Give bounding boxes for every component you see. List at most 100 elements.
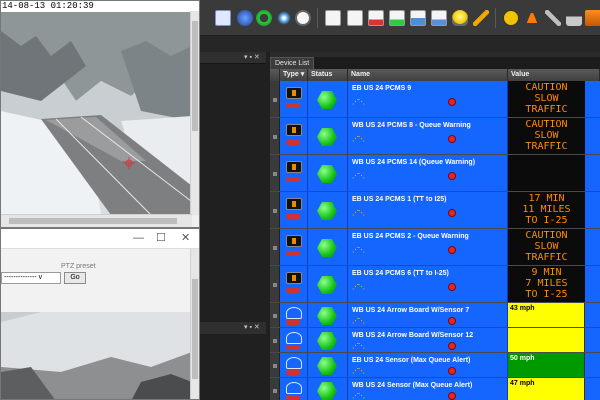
tab-device-list[interactable]: Device List: [270, 57, 315, 69]
device-row[interactable]: WB US 24 Arrow Board W/Sensor 12 ⋰⋱: [270, 328, 600, 353]
value-cell: [508, 328, 585, 352]
device-row[interactable]: WB US 24 Sensor (Max Queue Alert) ⋰⋱ 47 mp…: [270, 378, 600, 400]
wrench-icon[interactable]: [545, 10, 561, 26]
maximize-icon[interactable]: ☐: [156, 232, 166, 244]
alert-icon[interactable]: [448, 317, 456, 325]
device-name: WB US 24 PCMS 8 - Queue Warning: [352, 122, 471, 129]
row-tail: [585, 229, 600, 265]
star-icon[interactable]: [276, 10, 292, 26]
ptz-preset-select[interactable]: -------------- v: [1, 272, 61, 284]
alert-icon[interactable]: [448, 98, 456, 106]
globe-icon[interactable]: [237, 10, 253, 26]
close-icon[interactable]: ✕: [181, 232, 190, 244]
device-name: EB US 24 PCMS 1 (TT to I25): [352, 196, 447, 203]
column-header-name[interactable]: Name: [348, 69, 508, 81]
ptz-preset-label: PTZ preset: [61, 263, 96, 270]
alert-icon[interactable]: [448, 283, 456, 291]
status-cell: [308, 353, 348, 377]
status-online-icon: [317, 382, 337, 400]
row-gutter: [270, 192, 280, 228]
device-row[interactable]: WB US 24 PCMS 14 (Queue Warning) ⋰⋱: [270, 155, 600, 192]
minimize-icon[interactable]: —: [133, 232, 144, 244]
device-name: WB US 24 Arrow Board W/Sensor 12: [352, 332, 474, 339]
panel-pin-icon-2[interactable]: ▾ ▪ ✕: [244, 323, 260, 331]
refresh-icon[interactable]: [256, 10, 272, 26]
name-cell[interactable]: EB US 24 PCMS 6 (TT to I-25) ⋰⋱: [348, 266, 508, 302]
lock-icon[interactable]: [566, 10, 582, 26]
name-cell[interactable]: EB US 24 PCMS 1 (TT to I25) ⋰⋱: [348, 192, 508, 228]
vertical-scrollbar[interactable]: [190, 11, 199, 215]
column-header-type[interactable]: Type ▾: [280, 69, 308, 81]
column-spacer: [270, 69, 280, 81]
name-cell[interactable]: WB US 24 Sensor (Max Queue Alert) ⋰⋱: [348, 378, 508, 400]
device-row[interactable]: WB US 24 Arrow Board W/Sensor 7 ⋰⋱ 43 mph: [270, 303, 600, 328]
stack-icon[interactable]: [585, 10, 600, 26]
value-cell: 17 MIN 11 MILES TO I-25: [508, 192, 585, 228]
warning-icon[interactable]: [503, 10, 519, 26]
clock-icon[interactable]: [295, 10, 311, 26]
document-icon[interactable]: [325, 10, 341, 26]
status-online-icon: [317, 332, 337, 350]
type-cell: [280, 229, 308, 265]
scroll-thumb[interactable]: [192, 279, 198, 379]
scroll-thumb[interactable]: [192, 21, 198, 131]
document-alert-icon[interactable]: [368, 10, 384, 26]
column-header-status[interactable]: Status: [308, 69, 348, 81]
filter-icon[interactable]: ▾: [301, 71, 305, 78]
panel-pin-icon[interactable]: ▾ ▪ ✕: [244, 53, 260, 61]
alert-icon[interactable]: [448, 367, 456, 375]
camera-window-1[interactable]: 14-08-13 01:20:39: [0, 0, 200, 228]
name-cell[interactable]: WB US 24 PCMS 8 - Queue Warning ⋰⋱: [348, 118, 508, 154]
alert-icon[interactable]: [448, 172, 456, 180]
device-name: EB US 24 Sensor (Max Queue Alert): [352, 357, 471, 364]
device-list-header: Type ▾ Status Name Value: [270, 69, 600, 81]
document-add-icon[interactable]: [389, 10, 405, 26]
camera-window-2[interactable]: — ☐ ✕ PTZ preset -------------- v Go: [0, 228, 200, 400]
name-cell[interactable]: WB US 24 Arrow Board W/Sensor 12 ⋰⋱: [348, 328, 508, 352]
row-tail: [585, 353, 600, 377]
alert-icon[interactable]: [448, 246, 456, 254]
row-gutter: [270, 353, 280, 377]
name-cell[interactable]: WB US 24 Arrow Board W/Sensor 7 ⋰⋱: [348, 303, 508, 327]
status-cell: [308, 81, 348, 117]
cone-icon[interactable]: [525, 10, 539, 26]
status-online-icon: [317, 165, 337, 183]
document-edit-icon[interactable]: [347, 10, 363, 26]
go-button[interactable]: Go: [64, 272, 86, 284]
tools-icon[interactable]: [473, 10, 489, 26]
device-row[interactable]: EB US 24 PCMS 6 (TT to I-25) ⋰⋱ 9 MIN 7 MI…: [270, 266, 600, 303]
chart-icon[interactable]: [215, 10, 231, 26]
name-cell[interactable]: EB US 24 Sensor (Max Queue Alert) ⋰⋱: [348, 353, 508, 377]
name-cell[interactable]: EB US 24 PCMS 2 - Queue Warning ⋰⋱: [348, 229, 508, 265]
camera-timestamp: 14-08-13 01:20:39: [1, 1, 199, 12]
type-cell: [280, 118, 308, 154]
alert-icon[interactable]: [448, 135, 456, 143]
alert-icon[interactable]: [448, 392, 456, 400]
column-header-value[interactable]: Value: [508, 69, 600, 81]
device-row[interactable]: EB US 24 PCMS 9 ⋰⋱ CAUTION SLOW TRAFFIC: [270, 81, 600, 118]
value-cell: [508, 155, 585, 191]
alert-icon[interactable]: [448, 342, 456, 350]
row-gutter: [270, 118, 280, 154]
device-sub-icon: [286, 140, 300, 145]
network-icon: ⋰⋱: [352, 318, 365, 325]
lightbulb-icon[interactable]: [452, 10, 468, 26]
device-row[interactable]: EB US 24 PCMS 2 - Queue Warning ⋰⋱ CAUTION…: [270, 229, 600, 266]
main-toolbar: [200, 0, 600, 36]
device-row[interactable]: WB US 24 PCMS 8 - Queue Warning ⋰⋱ CAUTION…: [270, 118, 600, 155]
message-sign-icon: [286, 87, 302, 99]
vertical-scrollbar[interactable]: [190, 249, 199, 399]
name-cell[interactable]: EB US 24 PCMS 9 ⋰⋱: [348, 81, 508, 117]
device-sub-icon: [286, 177, 300, 182]
window-titlebar[interactable]: — ☐ ✕: [1, 229, 199, 249]
document-info-icon[interactable]: [431, 10, 447, 26]
scroll-thumb[interactable]: [9, 218, 177, 224]
name-cell[interactable]: WB US 24 PCMS 14 (Queue Warning) ⋰⋱: [348, 155, 508, 191]
row-gutter: [270, 328, 280, 352]
device-row[interactable]: EB US 24 PCMS 1 (TT to I25) ⋰⋱ 17 MIN 11 M…: [270, 192, 600, 229]
document-image-icon[interactable]: [410, 10, 426, 26]
network-icon: ⋰⋱: [352, 173, 365, 180]
horizontal-scrollbar[interactable]: [1, 214, 192, 227]
alert-icon[interactable]: [448, 209, 456, 217]
device-row[interactable]: EB US 24 Sensor (Max Queue Alert) ⋰⋱ 50 mp…: [270, 353, 600, 378]
